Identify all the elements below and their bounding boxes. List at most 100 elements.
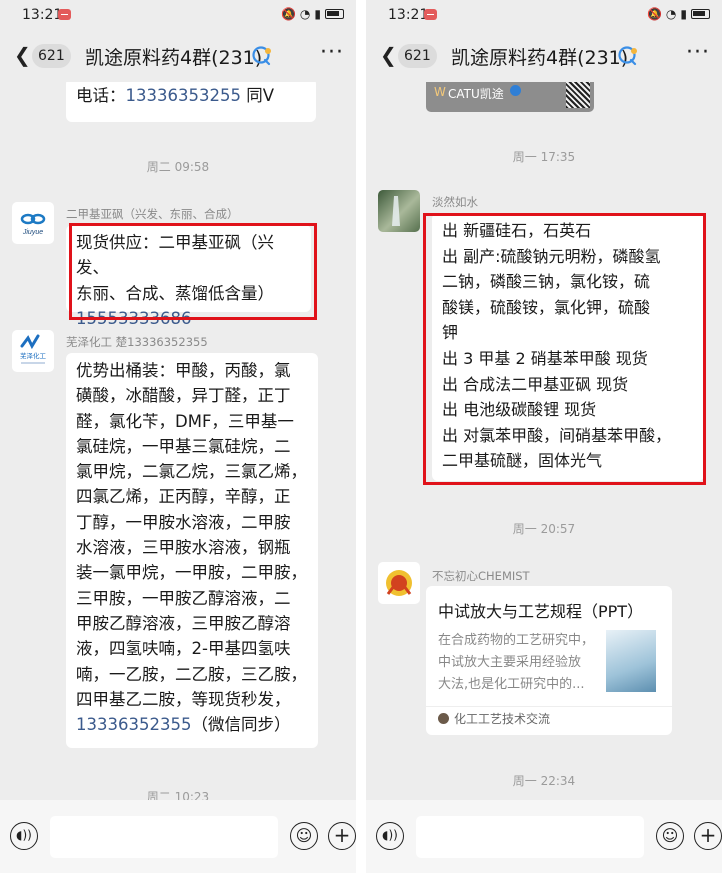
chat-header: ❮ 621 凯途原料药4群(231) ··· (0, 30, 356, 82)
article-desc-line: 大法,也是化工研究中的... (438, 677, 585, 692)
avatar-wuze[interactable]: 芜泽化工 (12, 330, 54, 372)
chat-title: 凯途原料药4群(231) (451, 47, 629, 69)
article-source: 化工工艺技术交流 (454, 712, 551, 726)
chat-messages: W CATU凯途 周一 17:35 淡然如水 出 新疆硅石，石英石 出 副产:硫… (366, 82, 722, 800)
sender-name: 不忘初心CHEMIST (432, 569, 530, 583)
recording-icon (424, 9, 437, 20)
message-line: 水溶液，三甲胺水溶液，钢瓶 (76, 538, 291, 558)
back-arrow-icon[interactable]: ❮ (14, 43, 31, 67)
partial-brand-card[interactable]: W CATU凯途 (426, 82, 594, 112)
phone-link[interactable]: 15553333686 (76, 306, 301, 331)
sim-icon: ▮ (314, 7, 322, 21)
message-line: 出 新疆硅石，石英石 (442, 221, 592, 240)
timestamp: 周一 22:34 (512, 774, 576, 788)
avatar-chemist[interactable] (378, 562, 420, 604)
message-line: 出 副产:硫酸钠元明粉，磷酸氢 (442, 246, 661, 266)
status-bar: 13:21 🔕 ◔ ▮ (366, 0, 722, 30)
article-description: 在合成药物的工艺研究中， 中试放大主要采用经验放 大法,也是化工研究中的... (438, 630, 608, 696)
chat-header: ❮ 621 凯途原料药4群(231) ··· (366, 30, 722, 82)
source-icon (438, 713, 449, 724)
status-icons: 🔕 ◔ ▮ (647, 7, 710, 21)
mute-icon: 🔕 (280, 7, 297, 21)
message-line: 装一氯甲烷，一甲胺，二甲胺， (76, 563, 307, 583)
recording-icon (58, 9, 71, 20)
message-line: 三甲胺，一甲胺乙醇溶液，二 (76, 588, 291, 608)
message-line: 酸镁，硫酸铵，氯化钾，硫酸 (442, 297, 651, 317)
timestamp: 周一 17:35 (512, 150, 576, 164)
divider (426, 706, 672, 707)
input-bar: ◖)) ☺ + (0, 800, 356, 873)
article-desc-line: 在合成药物的工艺研究中， (438, 633, 595, 648)
message-line: 优势出桶装：甲酸，丙酸，氯 (76, 361, 291, 380)
input-bar: ◖)) ☺ + (366, 800, 722, 873)
message-bubble-danranrushui[interactable]: 出 新疆硅石，石英石 出 副产:硫酸钠元明粉，磷酸氢 二钠，磷酸三钠，氯化铵，硫… (432, 213, 704, 481)
message-line: 喃，一乙胺，二乙胺，三乙胺， (76, 664, 307, 684)
message-line: 东丽、合成、蒸馏低含量） (76, 283, 274, 303)
status-time: 13:21 (22, 7, 63, 23)
plus-icon[interactable]: + (694, 822, 722, 850)
emoji-icon[interactable]: ☺ (290, 822, 318, 850)
phone-suffix: （微信同步） (191, 715, 291, 735)
right-phone-screen: 13:21 🔕 ◔ ▮ ❮ 621 凯途原料药4群(231) ··· W CAT… (366, 0, 722, 873)
status-icons: 🔕 ◔ ▮ (281, 7, 344, 21)
unread-count-badge[interactable]: 621 (32, 44, 71, 68)
waterfall-photo-icon (392, 196, 400, 226)
message-line: 液，四氢呋喃，2-甲基四氢呋 (76, 639, 291, 659)
partial-message-bubble[interactable]: 电话：13336353255 同V (66, 82, 316, 122)
article-thumbnail (606, 630, 656, 692)
emoji-icon[interactable]: ☺ (656, 822, 684, 850)
voice-input-icon[interactable]: ◖)) (10, 822, 38, 850)
plus-icon[interactable]: + (328, 822, 356, 850)
avatar-jiuyue[interactable]: Jiuyue (12, 202, 54, 244)
back-arrow-icon[interactable]: ❮ (380, 43, 397, 67)
phone-label: 电话： (76, 86, 126, 105)
wuze-logo-icon: 芜泽化工 (20, 334, 47, 364)
more-options-button[interactable]: ··· (686, 40, 710, 65)
message-input[interactable] (416, 816, 644, 858)
avatar-danranrushui[interactable] (378, 190, 420, 232)
message-line: 出 合成法二甲基亚砜 现货 (442, 374, 629, 394)
sim-icon: ▮ (680, 7, 688, 21)
message-line: 氯硅烷，一甲基三氯硅烷，二 (76, 436, 291, 456)
award-badge-icon (386, 570, 412, 596)
phone-link[interactable]: 13336352355 (76, 715, 191, 734)
group-chat-icon[interactable] (251, 45, 273, 67)
message-bubble-dmso[interactable]: 现货供应：二甲基亚砜（兴发、 东丽、合成、蒸馏低含量） 15553333686 (66, 225, 311, 328)
sender-name: 芜泽化工 楚13336352355 (66, 335, 208, 349)
message-line: 氯甲烷，二氯乙烷，三氯乙烯， (76, 462, 307, 482)
message-line: 甲胺乙醇溶液，三甲胺乙醇溶 (76, 613, 291, 633)
sender-name: 淡然如水 (432, 195, 478, 209)
phone-link[interactable]: 13336353255 (126, 86, 241, 105)
svg-text:Jiuyue: Jiuyue (22, 229, 43, 236)
wifi-icon: ◔ (299, 7, 312, 21)
message-line: 四甲基乙二胺，等现货秒发， (76, 689, 291, 709)
battery-icon (325, 9, 344, 19)
wifi-icon: ◔ (665, 7, 678, 21)
voice-input-icon[interactable]: ◖)) (376, 822, 404, 850)
chat-title: 凯途原料药4群(231) (85, 47, 263, 69)
article-card[interactable]: 中试放大与工艺规程（PPT） 在合成药物的工艺研究中， 中试放大主要采用经验放 … (426, 586, 672, 735)
message-line: 现货供应：二甲基亚砜（兴发、 (76, 233, 274, 278)
group-chat-icon[interactable] (617, 45, 639, 67)
message-line: 出 对氯苯甲酸，间硝基苯甲酸， (442, 425, 672, 445)
svg-text:芜泽化工: 芜泽化工 (20, 351, 47, 360)
more-options-button[interactable]: ··· (320, 40, 344, 65)
brand-name: CATU凯途 (448, 87, 504, 101)
message-line: 出 3 甲基 2 硝基苯甲酸 现货 (442, 348, 648, 368)
timestamp: 周二 10:23 (146, 790, 210, 800)
chat-messages: 电话：13336353255 同V 周二 09:58 Jiuyue 二甲基亚砜（… (0, 82, 356, 800)
message-line: 出 电池级碳酸锂 现货 (442, 400, 597, 420)
catu-logo-icon: W (434, 85, 446, 99)
message-line: 四氯乙烯，正丙醇，辛醇，正 (76, 487, 291, 507)
phone-suffix: 同V (240, 86, 275, 105)
message-line: 二甲基硫醚，固体光气 (442, 451, 603, 471)
status-bar: 13:21 🔕 ◔ ▮ (0, 0, 356, 30)
unread-count-badge[interactable]: 621 (398, 44, 437, 68)
message-input[interactable] (50, 816, 278, 858)
timestamp: 周二 09:58 (146, 160, 210, 174)
message-line: 二钠，磷酸三钠，氯化铵，硫 (442, 272, 651, 292)
message-line: 丁醇，一甲胺水溶液，二甲胺 (76, 512, 291, 532)
qr-code-icon (566, 82, 590, 108)
message-bubble-wuze[interactable]: 优势出桶装：甲酸，丙酸，氯 磺酸，冰醋酸，异丁醛，正丁 醛，氯化苄，DMF，三甲… (66, 353, 318, 748)
article-desc-line: 中试放大主要采用经验放 (438, 655, 582, 670)
